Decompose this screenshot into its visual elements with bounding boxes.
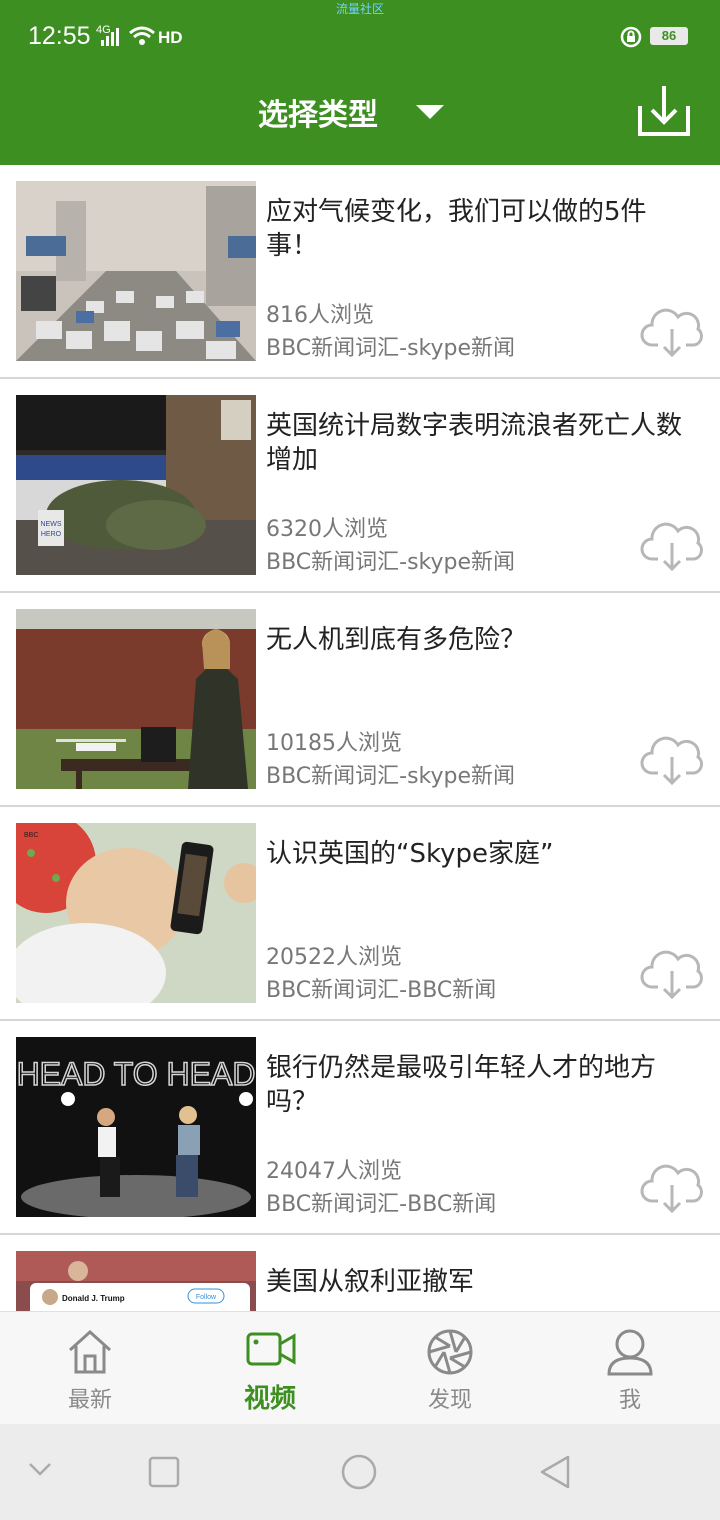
tab-me[interactable]: 我 [570,1312,690,1425]
chevron-down-icon[interactable] [28,1462,52,1478]
aperture-icon [427,1329,473,1375]
article-title[interactable]: 银行仍然是最吸引年轻人才的地方吗？ [266,1051,696,1119]
video-camera-icon [246,1332,296,1366]
tab-label: 最新 [67,1388,112,1413]
home-icon [68,1329,112,1374]
head-to-head-text: HEAD TO HEAD [17,1056,256,1092]
article-list[interactable]: 应对气候变化，我们可以做的5件事！ 816人浏览 BBC新闻词汇-skype新闻… [0,165,720,1311]
article-source: BBC新闻词汇-skype新闻 [266,336,516,361]
tab-discover[interactable]: 发现 [390,1312,510,1425]
view-count: 20522人浏览 [266,945,402,970]
view-count: 24047人浏览 [266,1159,402,1184]
tab-latest[interactable]: 最新 [30,1312,150,1425]
home-circle-icon[interactable] [340,1453,378,1491]
thumbnail-traffic-smog[interactable] [16,181,256,361]
recent-apps-icon[interactable] [148,1456,180,1488]
article-source: BBC新闻词汇-BBC新闻 [266,1192,497,1217]
thumbnail-skype-family[interactable]: BBC [16,823,256,1003]
list-item[interactable]: BBC 认识英国的“Skype家庭” 20522人浏览 BBC新闻词汇-BBC新… [0,807,720,1021]
tab-label: 发现 [427,1388,472,1413]
article-title[interactable]: 美国从叙利亚撤军 [266,1265,696,1299]
cloud-download-icon[interactable] [640,1161,706,1215]
svg-text:NEWS: NEWS [41,521,62,528]
system-nav-bar [0,1424,720,1520]
view-count: 10185人浏览 [266,731,402,756]
carrier-text: 流量社区 [335,2,384,16]
signal-icon [101,28,119,46]
list-item[interactable]: Donald J. Trump Follow 美国从叙利亚撤军 [0,1235,720,1311]
tab-label: 视频 [243,1384,296,1414]
trump-name: Donald J. Trump [62,1294,125,1303]
article-title[interactable]: 英国统计局数字表明流浪者死亡人数增加 [266,409,696,477]
tab-video[interactable]: 视频 [210,1312,330,1425]
thumbnail-trump-tweet[interactable]: Donald J. Trump Follow [16,1251,256,1311]
view-count: 816人浏览 [266,303,374,328]
svg-text:BBC: BBC [24,832,38,839]
back-icon[interactable] [538,1454,572,1490]
download-icon[interactable] [636,84,692,138]
tab-label: 我 [618,1388,641,1413]
follow-text: Follow [196,1294,217,1301]
status-bar: 流量社区 12:55 4G HD 86 [0,0,720,70]
type-selector-title[interactable]: 选择类型 [258,90,378,134]
article-title[interactable]: 应对气候变化，我们可以做的5件事！ [266,195,696,263]
cloud-download-icon[interactable] [640,519,706,573]
article-source: BBC新闻词汇-BBC新闻 [266,978,497,1003]
app-header: 选择类型 [0,70,720,165]
list-item[interactable]: NEWS HERO 英国统计局数字表明流浪者死亡人数增加 6320人浏览 BBC… [0,379,720,593]
list-item[interactable]: 无人机到底有多危险？ 10185人浏览 BBC新闻词汇-skype新闻 [0,593,720,807]
list-item[interactable]: 应对气候变化，我们可以做的5件事！ 816人浏览 BBC新闻词汇-skype新闻 [0,165,720,379]
thumbnail-homeless[interactable]: NEWS HERO [16,395,256,575]
wifi-icon [129,26,155,45]
thumbnail-drone[interactable] [16,609,256,789]
thumbnail-head-to-head[interactable]: HEAD TO HEAD [16,1037,256,1217]
article-title[interactable]: 认识英国的“Skype家庭” [266,837,696,871]
article-source: BBC新闻词汇-skype新闻 [266,550,516,575]
status-time: 12:55 [28,22,91,50]
cloud-download-icon[interactable] [640,733,706,787]
user-icon [607,1329,653,1376]
view-count: 6320人浏览 [266,517,388,542]
rotation-lock-icon [620,26,642,48]
caret-down-icon[interactable] [416,105,444,121]
list-item[interactable]: HEAD TO HEAD 银行仍然是最吸引年轻人才的地方吗？ 24047人浏览 … [0,1021,720,1235]
battery-level: 86 [650,27,688,45]
bottom-tab-bar: 最新 视频 发现 我 [0,1311,720,1424]
article-title[interactable]: 无人机到底有多危险？ [266,623,696,657]
article-source: BBC新闻词汇-skype新闻 [266,764,516,789]
cloud-download-icon[interactable] [640,947,706,1001]
hd-indicator: HD [158,28,183,47]
svg-text:HERO: HERO [41,531,62,538]
cloud-download-icon[interactable] [640,305,706,359]
